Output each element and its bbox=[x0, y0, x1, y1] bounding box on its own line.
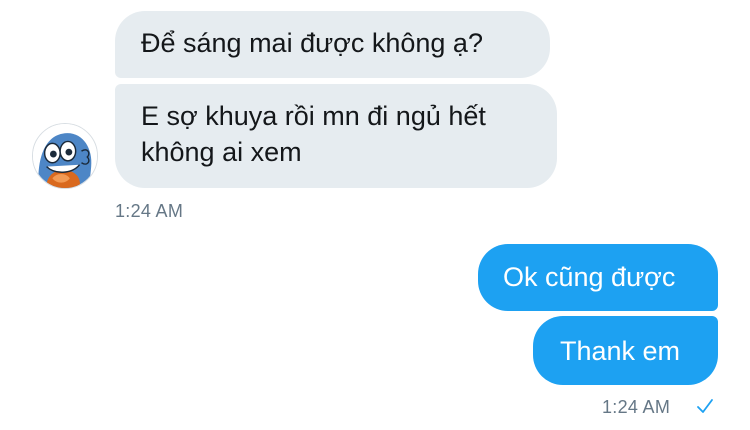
received-timestamp: 1:24 AM bbox=[115, 201, 184, 221]
message-text: Ok cũng được bbox=[503, 262, 676, 292]
message-text-line: E sợ khuya rồi mn đi ngủ hết bbox=[141, 101, 486, 131]
message-text: Để sáng mai được không ạ? bbox=[141, 28, 483, 58]
received-message-bubble[interactable]: E sợ khuya rồi mn đi ngủ hết không ai xe… bbox=[115, 84, 557, 188]
received-message-bubble[interactable]: Để sáng mai được không ạ? bbox=[115, 11, 550, 78]
checkmark-icon bbox=[697, 399, 713, 413]
sent-message-bubble[interactable]: Ok cũng được bbox=[478, 244, 718, 311]
sent-timestamp: 1:24 AM bbox=[602, 397, 671, 417]
cartoon-monster-avatar-icon bbox=[33, 124, 97, 188]
sender-avatar[interactable] bbox=[32, 123, 98, 189]
conversation-thread: Để sáng mai được không ạ? E sợ khuya rồi… bbox=[0, 0, 750, 430]
message-text: Thank em bbox=[560, 336, 681, 366]
sent-message-bubble[interactable]: Thank em bbox=[533, 316, 718, 385]
message-text-line: không ai xem bbox=[141, 137, 302, 167]
